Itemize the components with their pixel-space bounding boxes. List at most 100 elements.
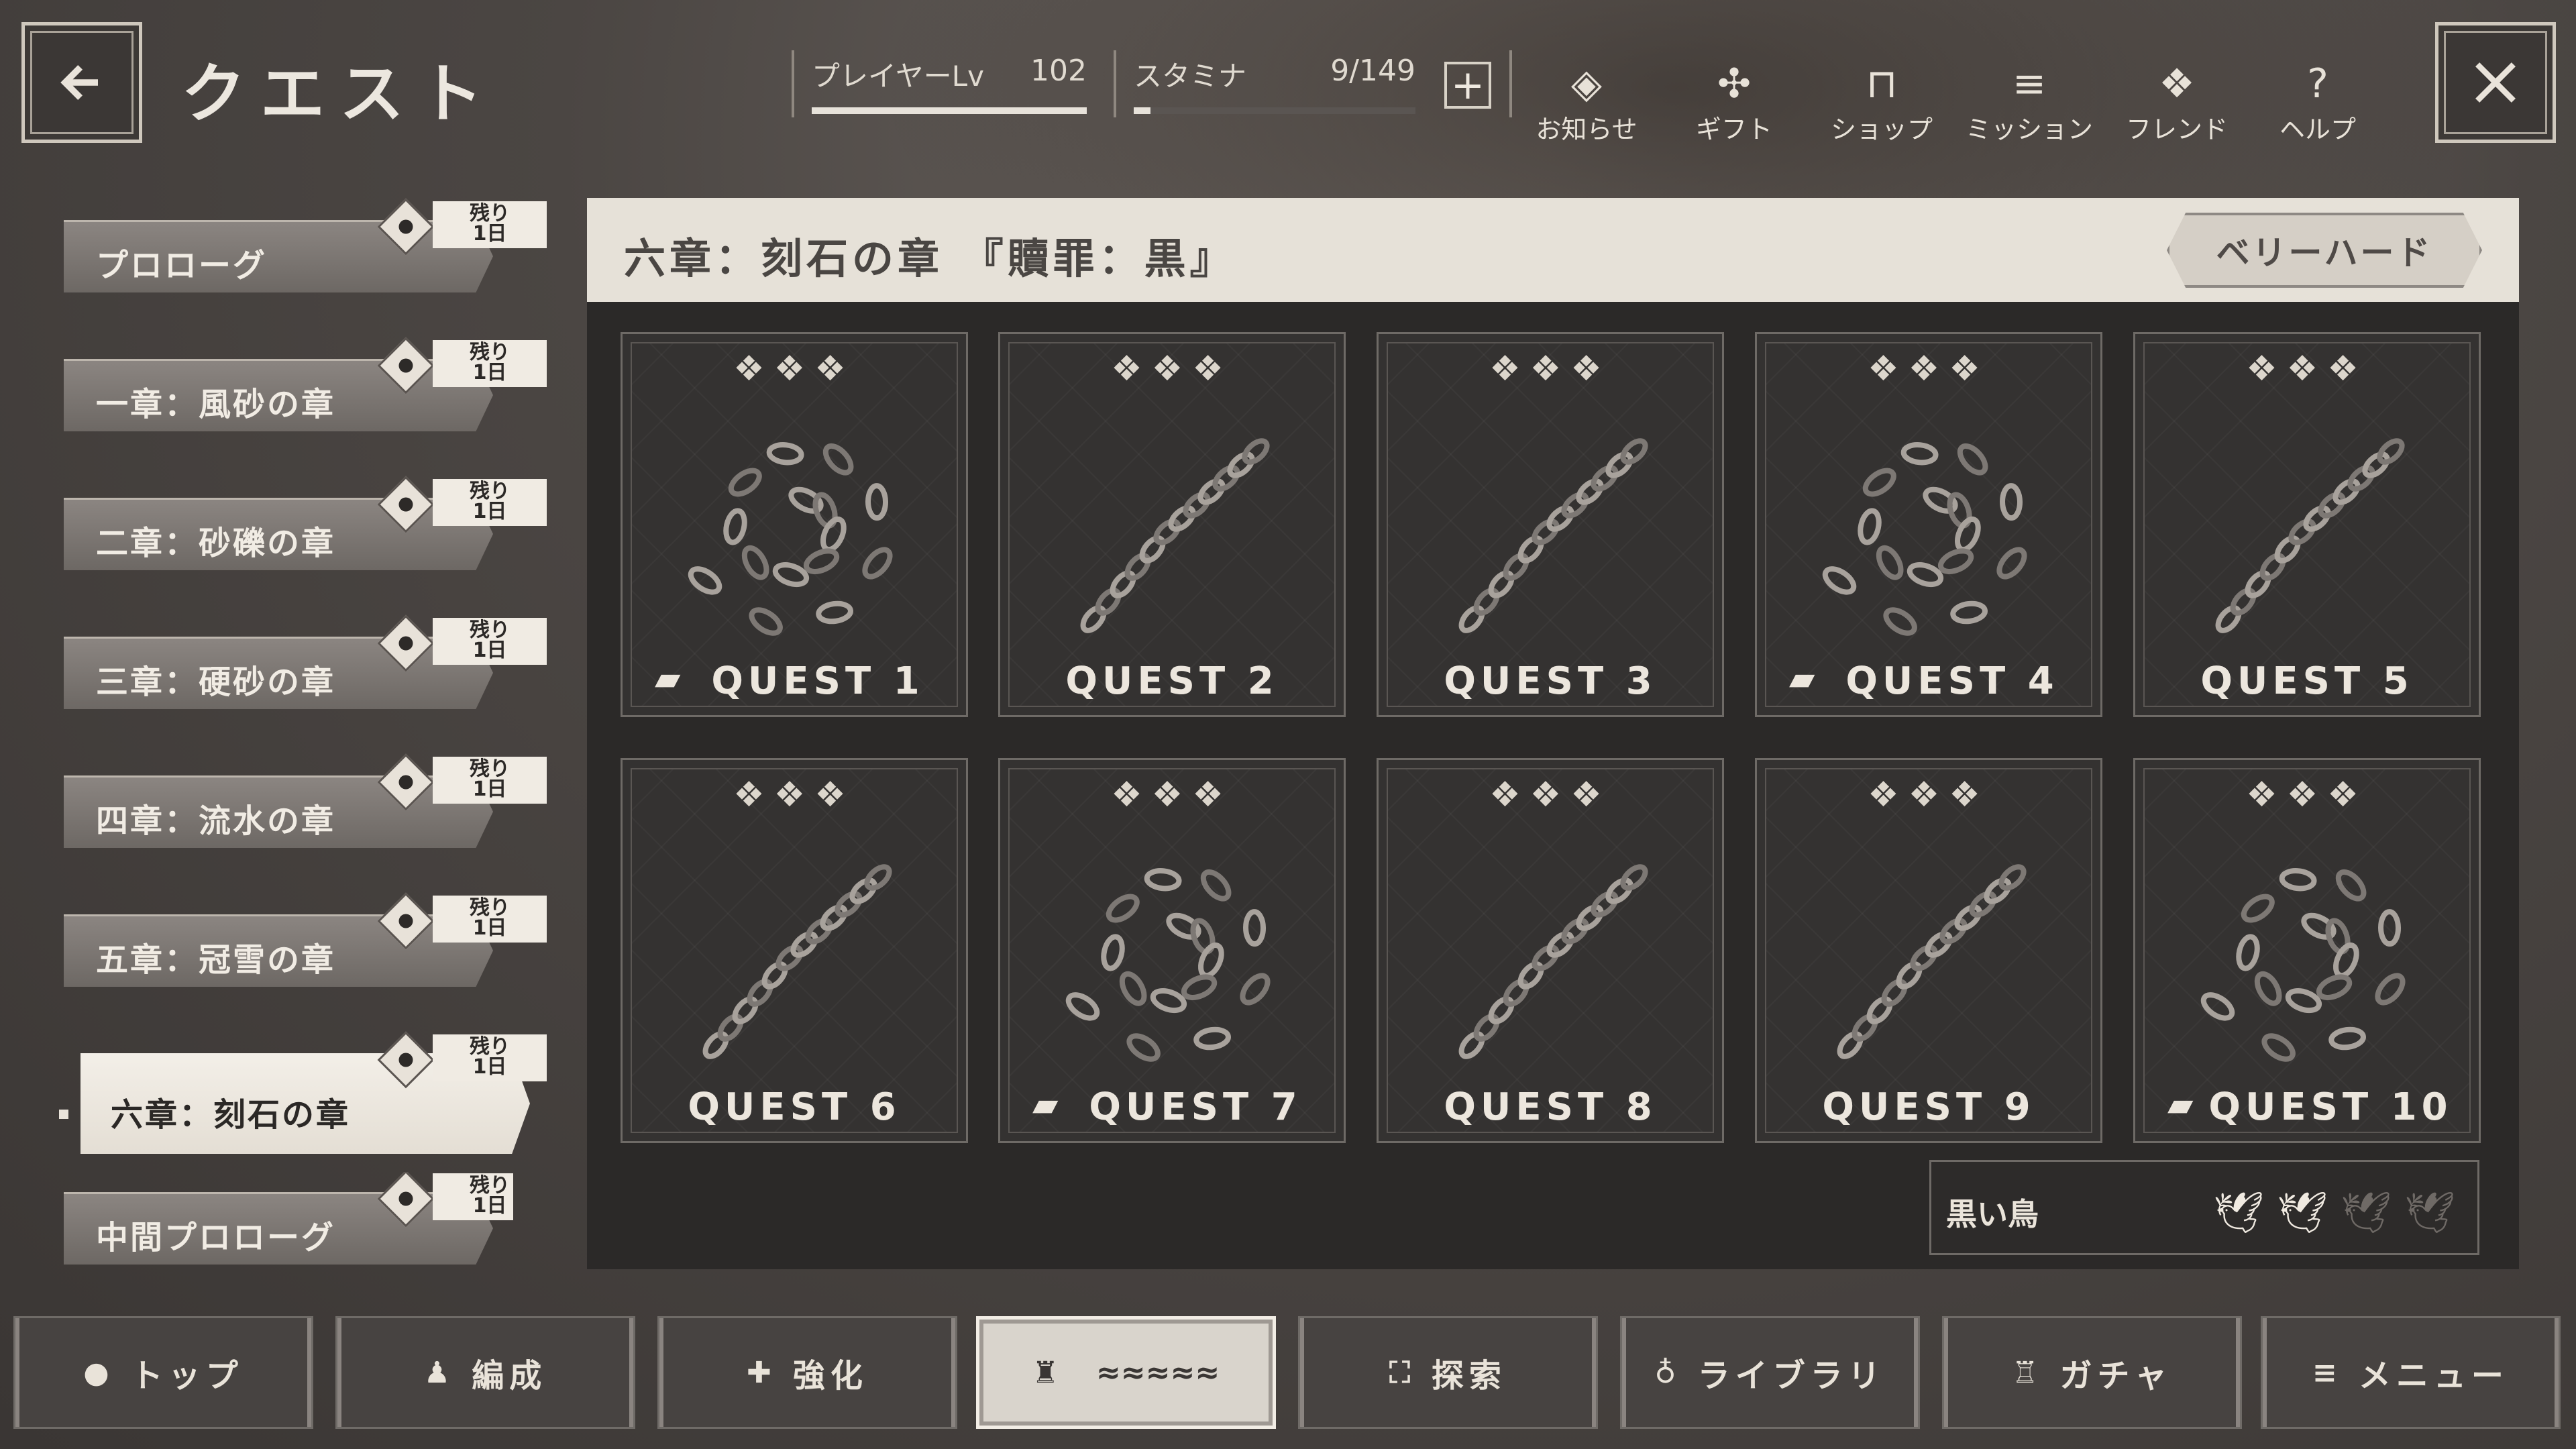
top-menu-shop[interactable]: ⊓ ショップ: [1811, 60, 1952, 146]
chapter-item[interactable]: 四章：流水の章 残り 1日: [64, 753, 547, 848]
difficulty-button[interactable]: ベリーハード: [2167, 213, 2482, 288]
nav-library[interactable]: ♁ ライブラリ: [1620, 1316, 1920, 1429]
eye-icon: [377, 892, 435, 950]
coiled-chain-icon: [1065, 868, 1271, 1062]
notice-icon: ◈: [1570, 60, 1603, 107]
nav-explore[interactable]: ⛶ 探索: [1298, 1316, 1598, 1429]
top-menu-friend[interactable]: ❖ フレンド: [2106, 60, 2247, 146]
quest-stars: ❖❖❖: [2246, 349, 2368, 389]
top-menu-mission[interactable]: ≡ ミッション: [1959, 60, 2100, 146]
chapter-item[interactable]: 五章：冠雪の章 残り 1日: [64, 892, 547, 987]
chain-strand-icon: [1458, 864, 1648, 1059]
quest-stars: ❖❖❖: [1111, 349, 1233, 389]
quest-label: QUEST 8: [1444, 1085, 1657, 1129]
chapter-name: 中間プロローグ: [96, 1219, 336, 1256]
quest-stars: ❖❖❖: [1868, 349, 1990, 389]
nav-gacha[interactable]: ♖ ガチャ: [1942, 1316, 2242, 1429]
chain-strand-icon: [2215, 438, 2405, 633]
quest-card[interactable]: ❖❖❖ ▰ QUEST 10: [2133, 758, 2481, 1143]
quest-card[interactable]: ❖❖❖ QUEST 5: [2133, 332, 2481, 717]
nav-home[interactable]: ● トップ: [13, 1316, 313, 1429]
friend-icon: ❖: [2159, 60, 2195, 107]
chapter-name: 四章：流水の章: [96, 802, 336, 840]
nav-menu[interactable]: ≡ メニュー: [2261, 1316, 2561, 1429]
remaining-text: 残り 1日: [433, 896, 547, 943]
chapter-item[interactable]: 三章：硬砂の章 残り 1日: [64, 614, 547, 709]
library-icon: ♁: [1654, 1355, 1682, 1390]
chapter-name: 三章：硬砂の章: [96, 663, 336, 701]
quest-card[interactable]: ❖❖❖ ▰ QUEST 7: [998, 758, 1346, 1143]
top-menu-gift[interactable]: ✣ ギフト: [1664, 60, 1805, 146]
bird-empty-icon: 🕊: [2341, 1189, 2392, 1236]
enemy-name: 黒い鳥: [1946, 1196, 2039, 1232]
bird-filled-icon: 🕊: [2213, 1189, 2265, 1236]
nav-label: トップ: [130, 1357, 244, 1395]
quest-stars: ❖❖❖: [1489, 775, 1611, 815]
nav-enhance[interactable]: ✚ 強化: [657, 1316, 957, 1429]
player-level-bar: [812, 107, 1087, 114]
remaining-badge: 残り 1日: [377, 476, 580, 533]
nav-label: ガチャ: [2059, 1357, 2172, 1395]
enemy-info[interactable]: 黒い鳥 🕊 🕊 🕊 🕊: [1929, 1160, 2479, 1255]
eye-pupil: [396, 1050, 416, 1070]
eye-pupil: [396, 633, 416, 653]
top-menu-notice[interactable]: ◈ お知らせ: [1516, 60, 1657, 146]
quest-card[interactable]: ❖❖❖ QUEST 3: [1377, 332, 1724, 717]
close-button[interactable]: [2435, 22, 2556, 143]
remaining-badge: 残り 1日: [377, 1172, 513, 1228]
nav-party[interactable]: ♟ 編成: [335, 1316, 635, 1429]
nav-label: ライブラリ: [1697, 1357, 1886, 1395]
chapter-item[interactable]: 六章：刻石の章 残り 1日: [64, 1031, 547, 1154]
remaining-text: 残り 1日: [433, 1173, 513, 1220]
player-level-value: 102: [1030, 54, 1087, 88]
top-menu-help[interactable]: ? ヘルプ: [2247, 60, 2388, 146]
chapter-name: 二章：砂礫の章: [96, 525, 336, 562]
quest-stars: ❖❖❖: [733, 349, 855, 389]
remaining-badge: 残り 1日: [377, 892, 580, 950]
eye-icon: [377, 753, 435, 811]
chapter-item[interactable]: 二章：砂礫の章 残り 1日: [64, 476, 547, 570]
remaining-text: 残り 1日: [433, 479, 547, 526]
top-menu-label: ギフト: [1695, 115, 1772, 144]
chapter-title: 六章：刻石の章 『贖罪：黒』: [624, 234, 1236, 283]
quest-stars: ❖❖❖: [1868, 775, 1990, 815]
chain-strand-icon: [1837, 864, 2027, 1059]
quest-card[interactable]: ❖❖❖ QUEST 8: [1377, 758, 1724, 1143]
quest-stars: ❖❖❖: [2246, 775, 2368, 815]
stat-divider: [1114, 50, 1116, 117]
explore-icon: ⛶: [1389, 1355, 1415, 1390]
quest-card[interactable]: ❖❖❖ QUEST 2: [998, 332, 1346, 717]
stamina-plus-button[interactable]: +: [1444, 62, 1491, 109]
quest-card[interactable]: ❖❖❖ ▰ QUEST 4: [1755, 332, 2102, 717]
quest-label: QUEST 9: [1822, 1085, 2035, 1129]
chapter-item[interactable]: 一章：風砂の章 残り 1日: [64, 337, 547, 431]
shop-icon: ⊓: [1866, 60, 1898, 107]
chapter-name: 一章：風砂の章: [96, 386, 336, 423]
quest-label: QUEST 10: [2208, 1085, 2453, 1129]
remaining-text: 残り 1日: [433, 1034, 547, 1081]
back-button[interactable]: [21, 22, 142, 143]
eye-pupil: [396, 1189, 416, 1209]
stamina: スタミナ 9/149: [1120, 54, 1429, 114]
eye-pupil: [396, 217, 416, 237]
top-menu-label: ミッション: [1965, 115, 2093, 144]
quest-icon: ♜: [1032, 1355, 1065, 1390]
quest-label: QUEST 7: [1089, 1085, 1302, 1129]
gift-icon: ✣: [1717, 60, 1752, 107]
remaining-text: 残り 1日: [433, 201, 547, 248]
nav-label: 強化: [792, 1357, 868, 1395]
quest-label: QUEST 6: [688, 1085, 901, 1129]
coiled-chain-icon: [688, 442, 893, 636]
quest-card[interactable]: ❖❖❖ QUEST 6: [621, 758, 968, 1143]
player-level: プレイヤーLv 102: [798, 54, 1100, 114]
chapter-item[interactable]: 中間プロローグ 残り 1日: [64, 1172, 513, 1269]
quest-card[interactable]: ❖❖❖ QUEST 9: [1755, 758, 2102, 1143]
quest-stars: ❖❖❖: [733, 775, 855, 815]
chapter-item[interactable]: プロローグ 残り 1日: [64, 198, 547, 292]
chapter-name: 六章：刻石の章: [111, 1096, 351, 1134]
back-arrow-icon: [60, 65, 98, 100]
top-menu-label: ヘルプ: [2279, 115, 2356, 144]
quest-card[interactable]: ❖❖❖ ▰ QUEST 1: [621, 332, 968, 717]
quest-label: QUEST 3: [1444, 659, 1657, 703]
nav-quest[interactable]: ♜ ≈≈≈≈≈: [976, 1316, 1276, 1429]
